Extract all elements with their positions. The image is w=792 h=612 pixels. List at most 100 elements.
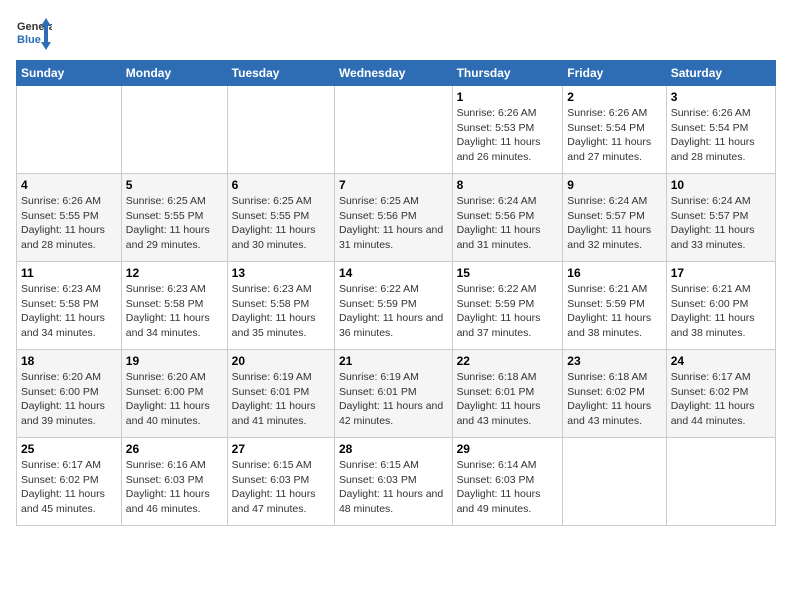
day-info: Sunset: 5:57 PM [567,209,661,224]
day-info: Sunset: 5:58 PM [21,297,117,312]
calendar-cell: 5Sunrise: 6:25 AMSunset: 5:55 PMDaylight… [121,174,227,262]
day-info: Sunrise: 6:16 AM [126,458,223,473]
day-info: Sunrise: 6:26 AM [21,194,117,209]
day-info: Sunset: 6:01 PM [457,385,559,400]
day-info: Sunrise: 6:24 AM [671,194,771,209]
day-info: Sunset: 6:02 PM [567,385,661,400]
calendar-cell: 8Sunrise: 6:24 AMSunset: 5:56 PMDaylight… [452,174,563,262]
day-info: Sunset: 6:02 PM [671,385,771,400]
header-friday: Friday [563,61,666,86]
day-number: 20 [232,354,330,368]
day-info: Daylight: 11 hours and 28 minutes. [21,223,117,252]
calendar-cell: 24 Sunrise: 6:17 AMSunset: 6:02 PMDayligh… [666,350,775,438]
day-info: Daylight: 11 hours and 32 minutes. [567,223,661,252]
day-info: Sunset: 5:59 PM [567,297,661,312]
day-number: 11 [21,266,117,280]
day-info: Sunrise: 6:26 AM [567,106,661,121]
calendar-cell: 20Sunrise: 6:19 AMSunset: 6:01 PMDayligh… [227,350,334,438]
day-number: 24 [671,354,771,368]
day-info: Sunset: 6:01 PM [232,385,330,400]
day-info: Sunrise: 6:20 AM [21,370,117,385]
day-info: Sunrise: 6:23 AM [126,282,223,297]
calendar-cell [227,86,334,174]
logo: General Blue [16,16,52,52]
day-info: Daylight: 11 hours and 36 minutes. [339,311,448,340]
calendar-cell [121,86,227,174]
logo-svg: General Blue [16,16,52,52]
day-number: 16 [567,266,661,280]
day-info: Sunset: 5:59 PM [339,297,448,312]
day-number: 1 [457,90,559,104]
day-info: Sunset: 5:53 PM [457,121,559,136]
calendar-cell: 3Sunrise: 6:26 AMSunset: 5:54 PMDaylight… [666,86,775,174]
day-info: Sunset: 6:03 PM [232,473,330,488]
day-number: 2 [567,90,661,104]
day-info: Sunset: 5:55 PM [232,209,330,224]
header-sunday: Sunday [17,61,122,86]
day-info: Daylight: 11 hours and 34 minutes. [21,311,117,340]
calendar-cell [17,86,122,174]
calendar-cell: 22Sunrise: 6:18 AMSunset: 6:01 PMDayligh… [452,350,563,438]
day-info: Daylight: 11 hours and 28 minutes. [671,135,771,164]
day-info: Sunrise: 6:18 AM [567,370,661,385]
day-number: 15 [457,266,559,280]
calendar-cell: 10 Sunrise: 6:24 AMSunset: 5:57 PMDayligh… [666,174,775,262]
calendar-cell: 4Sunrise: 6:26 AMSunset: 5:55 PMDaylight… [17,174,122,262]
header-tuesday: Tuesday [227,61,334,86]
day-info: Sunrise: 6:17 AM [21,458,117,473]
day-info: Sunset: 5:56 PM [339,209,448,224]
day-info: Daylight: 11 hours and 38 minutes. [671,311,771,340]
day-info: Sunset: 6:00 PM [126,385,223,400]
day-number: 23 [567,354,661,368]
day-info: Sunrise: 6:26 AM [671,106,771,121]
day-number: 21 [339,354,448,368]
header-saturday: Saturday [666,61,775,86]
day-info: Daylight: 11 hours and 33 minutes. [671,223,771,252]
day-info: Sunrise: 6:24 AM [567,194,661,209]
day-info: Sunset: 6:00 PM [21,385,117,400]
calendar-cell: 17Sunrise: 6:21 AMSunset: 6:00 PMDayligh… [666,262,775,350]
calendar-cell: 13Sunrise: 6:23 AMSunset: 5:58 PMDayligh… [227,262,334,350]
calendar-cell: 26Sunrise: 6:16 AMSunset: 6:03 PMDayligh… [121,438,227,526]
day-info: Daylight: 11 hours and 44 minutes. [671,399,771,428]
day-info: Sunrise: 6:14 AM [457,458,559,473]
day-info: Daylight: 11 hours and 41 minutes. [232,399,330,428]
week-row-1: 1Sunrise: 6:26 AMSunset: 5:53 PMDaylight… [17,86,776,174]
calendar-cell: 2Sunrise: 6:26 AMSunset: 5:54 PMDaylight… [563,86,666,174]
calendar-cell: 25Sunrise: 6:17 AMSunset: 6:02 PMDayligh… [17,438,122,526]
day-number: 17 [671,266,771,280]
day-info: Daylight: 11 hours and 34 minutes. [126,311,223,340]
day-number: 12 [126,266,223,280]
calendar-cell: 12 Sunrise: 6:23 AMSunset: 5:58 PMDayligh… [121,262,227,350]
day-info: Sunrise: 6:23 AM [21,282,117,297]
day-info: Sunset: 5:56 PM [457,209,559,224]
day-info: Daylight: 11 hours and 27 minutes. [567,135,661,164]
day-info: Daylight: 11 hours and 47 minutes. [232,487,330,516]
day-info: Sunset: 5:54 PM [671,121,771,136]
day-info: Sunrise: 6:25 AM [126,194,223,209]
day-number: 10 [671,178,771,192]
calendar-cell: 29Sunrise: 6:14 AMSunset: 6:03 PMDayligh… [452,438,563,526]
day-number: 19 [126,354,223,368]
day-info: Daylight: 11 hours and 26 minutes. [457,135,559,164]
calendar-cell: 9 Sunrise: 6:24 AMSunset: 5:57 PMDaylight… [563,174,666,262]
calendar-cell: 23Sunrise: 6:18 AMSunset: 6:02 PMDayligh… [563,350,666,438]
day-info: Sunrise: 6:17 AM [671,370,771,385]
calendar-cell: 11 Sunrise: 6:23 AMSunset: 5:58 PMDayligh… [17,262,122,350]
day-info: Sunrise: 6:18 AM [457,370,559,385]
day-number: 22 [457,354,559,368]
calendar-cell [334,86,452,174]
calendar-cell: 1Sunrise: 6:26 AMSunset: 5:53 PMDaylight… [452,86,563,174]
day-info: Sunrise: 6:22 AM [457,282,559,297]
day-info: Daylight: 11 hours and 38 minutes. [567,311,661,340]
day-number: 9 [567,178,661,192]
day-info: Sunrise: 6:23 AM [232,282,330,297]
day-info: Daylight: 11 hours and 31 minutes. [339,223,448,252]
day-info: Sunrise: 6:22 AM [339,282,448,297]
day-info: Sunset: 5:57 PM [671,209,771,224]
calendar-cell: 28Sunrise: 6:15 AMSunset: 6:03 PMDayligh… [334,438,452,526]
day-info: Sunset: 5:58 PM [126,297,223,312]
day-number: 26 [126,442,223,456]
day-number: 8 [457,178,559,192]
day-info: Daylight: 11 hours and 45 minutes. [21,487,117,516]
